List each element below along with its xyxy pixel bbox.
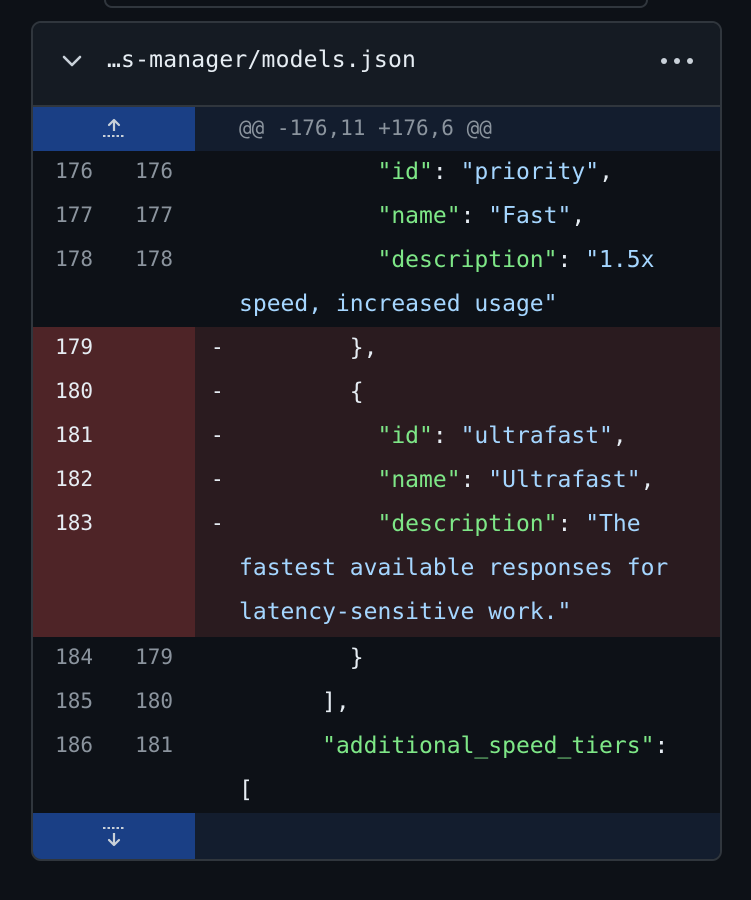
expand-down-area: [195, 813, 720, 859]
expand-down-row: [33, 813, 720, 859]
code-text: ],: [239, 689, 350, 715]
code-text: {: [239, 379, 364, 405]
diff-row-deletion: 180 - {: [33, 371, 720, 415]
hunk-header-row: @@ -176,11 +176,6 @@: [33, 107, 720, 151]
line-number-gutter: 183: [33, 503, 195, 637]
deletion-marker: -: [211, 379, 224, 403]
code-text: "id": "priority",: [377, 159, 613, 185]
code-cell: "additional_speed_tiers": [: [195, 725, 720, 813]
previous-file-box-edge: [104, 0, 648, 8]
code-text: "description": "1.5x: [377, 247, 655, 273]
old-line-number[interactable]: 181: [49, 423, 93, 447]
diff-file-panel: …s-manager/models.json @@ -176,11 +176,6…: [31, 21, 722, 861]
diff-row-context: 177 177 "name": "Fast",: [33, 195, 720, 239]
old-line-number[interactable]: 184: [49, 645, 93, 669]
old-line-number[interactable]: 183: [49, 511, 93, 535]
old-line-number[interactable]: 179: [49, 335, 93, 359]
line-number-gutter: 178 178: [33, 239, 195, 327]
diff-row-deletion: 182 - "name": "Ultrafast",: [33, 459, 720, 503]
code-text-wrap: [: [239, 777, 253, 803]
code-cell: - {: [195, 371, 720, 415]
diff-row-deletion: 179 - },: [33, 327, 720, 371]
unfold-down-icon[interactable]: [101, 823, 127, 849]
new-line-number[interactable]: 178: [129, 247, 173, 271]
old-line-number[interactable]: 178: [49, 247, 93, 271]
old-line-number[interactable]: 185: [49, 689, 93, 713]
code-text: "additional_speed_tiers":: [322, 733, 669, 759]
line-number-gutter: 182: [33, 459, 195, 503]
deletion-marker: -: [211, 335, 224, 359]
diff-row-context: 185 180 ],: [33, 681, 720, 725]
new-line-number[interactable]: 180: [129, 689, 173, 713]
expand-down-gutter[interactable]: [33, 813, 195, 859]
new-line-number[interactable]: 177: [129, 203, 173, 227]
code-text: }: [239, 645, 364, 671]
code-text-wrap: latency-sensitive work.": [239, 599, 572, 625]
code-cell: - },: [195, 327, 720, 371]
deletion-marker: -: [211, 511, 224, 535]
code-cell: - "name": "Ultrafast",: [195, 459, 720, 503]
code-cell: ],: [195, 681, 720, 725]
old-line-number[interactable]: 180: [49, 379, 93, 403]
new-line-number[interactable]: 176: [129, 159, 173, 183]
deletion-marker: -: [211, 423, 224, 447]
line-number-gutter: 181: [33, 415, 195, 459]
code-text-wrap: speed, increased usage": [239, 291, 558, 317]
unfold-up-icon[interactable]: [101, 116, 127, 142]
line-number-gutter: 184 179: [33, 637, 195, 681]
code-cell: - "description": "The fastest available …: [195, 503, 720, 637]
diff-row-deletion: 181 - "id": "ultrafast",: [33, 415, 720, 459]
diff-row-context: 184 179 }: [33, 637, 720, 681]
deletion-marker: -: [211, 467, 224, 491]
line-number-gutter: 177 177: [33, 195, 195, 239]
code-cell: }: [195, 637, 720, 681]
diff-row-context: 176 176 "id": "priority",: [33, 151, 720, 195]
code-text-wrap: fastest available responses for: [239, 555, 669, 581]
chevron-down-icon[interactable]: [61, 53, 83, 69]
old-line-number[interactable]: 182: [49, 467, 93, 491]
code-cell: "id": "priority",: [195, 151, 720, 195]
kebab-horizontal-icon[interactable]: [660, 51, 694, 71]
code-cell: "description": "1.5x speed, increased us…: [195, 239, 720, 327]
line-number-gutter: 176 176: [33, 151, 195, 195]
code-cell: - "id": "ultrafast",: [195, 415, 720, 459]
code-text: "id": "ultrafast",: [377, 423, 627, 449]
expand-up-gutter[interactable]: [33, 107, 195, 151]
code-text: "name": "Fast",: [377, 203, 586, 229]
line-number-gutter: 186 181: [33, 725, 195, 813]
file-path[interactable]: …s-manager/models.json: [107, 47, 416, 73]
code-text: "name": "Ultrafast",: [377, 467, 655, 493]
line-number-gutter: 180: [33, 371, 195, 415]
code-cell: "name": "Fast",: [195, 195, 720, 239]
old-line-number[interactable]: 176: [49, 159, 93, 183]
old-line-number[interactable]: 177: [49, 203, 93, 227]
diff-row-context: 186 181 "additional_speed_tiers": [: [33, 725, 720, 813]
line-number-gutter: 179: [33, 327, 195, 371]
diff-row-context: 178 178 "description": "1.5x speed, incr…: [33, 239, 720, 327]
line-number-gutter: 185 180: [33, 681, 195, 725]
code-text: },: [239, 335, 378, 361]
old-line-number[interactable]: 186: [49, 733, 93, 757]
diff-row-deletion: 183 - "description": "The fastest availa…: [33, 503, 720, 637]
code-text: "description": "The: [377, 511, 641, 537]
hunk-header: @@ -176,11 +176,6 @@: [195, 107, 720, 151]
hunk-range: @@ -176,11 +176,6 @@: [239, 116, 492, 140]
file-header: …s-manager/models.json: [33, 23, 720, 107]
new-line-number[interactable]: 181: [129, 733, 173, 757]
new-line-number[interactable]: 179: [129, 645, 173, 669]
